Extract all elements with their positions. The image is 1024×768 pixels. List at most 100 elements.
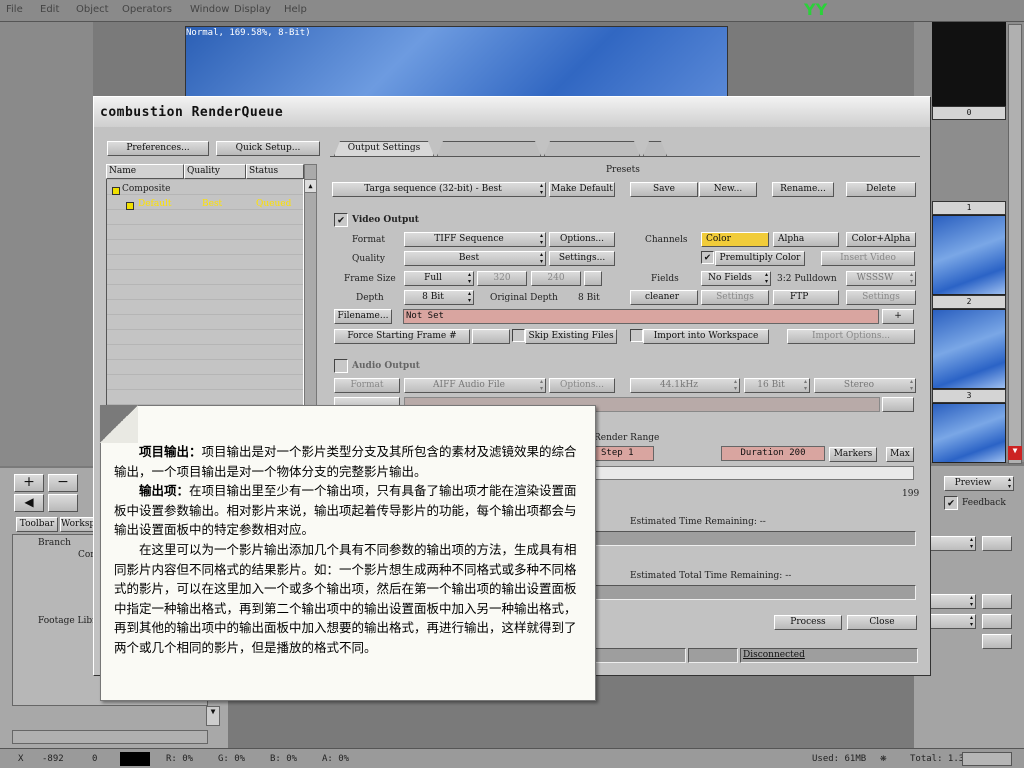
channel-alpha-button[interactable]: Alpha [773,232,839,247]
options-button[interactable]: Options... [549,232,615,247]
quality-dropdown[interactable]: Best [404,251,546,266]
premultiply-checkbox[interactable]: ✔ [701,251,714,264]
right-dropdown-2[interactable] [930,594,976,609]
right-dropdown-3[interactable] [930,614,976,629]
remove-button[interactable]: − [48,474,78,492]
thumbnail-3[interactable] [932,403,1006,463]
tab-toolbar[interactable]: Toolbar [16,517,58,532]
new-button[interactable]: New... [699,182,757,197]
col-name[interactable]: Name [106,164,184,179]
audio-add-button[interactable] [882,397,914,412]
menu-display[interactable]: Display [234,4,271,15]
col-status[interactable]: Status [246,164,304,179]
width-field[interactable]: 320 [477,271,527,286]
queue-scrollbar[interactable] [304,164,317,414]
import-workspace-checkbox[interactable] [630,329,643,342]
audio-rate-dropdown[interactable]: 44.1kHz [630,378,740,393]
fields-dropdown[interactable]: No Fields [701,271,771,286]
markers-button[interactable]: Markers [829,447,877,462]
premultiply-button[interactable]: Premultiply Color [715,251,805,266]
delete-button[interactable]: Delete [846,182,916,197]
process-button[interactable]: Process [774,615,842,630]
col-quality[interactable]: Quality [184,164,246,179]
tab-divider [330,156,920,157]
make-default-button[interactable]: Make Default [549,182,615,197]
save-button[interactable]: Save [630,182,698,197]
right-button-3[interactable] [982,614,1012,629]
tab-3[interactable] [544,141,640,156]
thumbnail-2[interactable] [932,309,1006,389]
menu-object[interactable]: Object [76,4,109,15]
filename-button[interactable]: Filename... [334,309,392,324]
rename-button[interactable]: Rename... [772,182,834,197]
video-output-checkbox[interactable]: ✔ [334,213,348,227]
status-bar: X -892 0 R: 0% G: 0% B: 0% A: 0% Used: 6… [0,748,1024,768]
add-filename-button[interactable]: + [882,309,914,324]
tab-workspace[interactable]: Workspace [60,517,94,532]
menu-file[interactable]: File [6,4,23,15]
tree-hscroll[interactable] [12,730,208,744]
presets-dropdown[interactable]: Targa sequence (32-bit) - Best [332,182,546,197]
force-start-frame-button[interactable]: Force Starting Frame # [334,329,470,344]
max-button[interactable]: Max [886,447,914,462]
skip-existing-checkbox[interactable] [512,329,525,342]
menu-help[interactable]: Help [284,4,307,15]
depth-dropdown[interactable]: 8 Bit [404,290,474,305]
queue-item-default-name[interactable]: Default [138,199,172,209]
quick-setup-button[interactable]: Quick Setup... [216,141,320,156]
menu-window[interactable]: Window [190,4,229,15]
format-dropdown[interactable]: TIFF Sequence [404,232,546,247]
thumbnail-1[interactable] [932,215,1006,295]
channel-color-alpha-button[interactable]: Color+Alpha [846,232,916,247]
range-slider[interactable] [594,466,914,480]
cleaner-button[interactable]: cleaner [630,290,698,305]
import-workspace-button[interactable]: Import into Workspace [643,329,769,344]
duration-field[interactable]: Duration 200 [721,446,825,461]
cleaner-settings-button[interactable]: Settings [701,290,769,305]
import-options-button[interactable]: Import Options... [787,329,915,344]
status-r: R: 0% [166,754,194,764]
preview-dropdown[interactable]: Preview [944,476,1014,491]
scroll-down-icon[interactable]: ▼ [1008,446,1022,460]
preferences-button[interactable]: Preferences... [107,141,209,156]
tab-2[interactable] [437,141,541,156]
tab-output-settings[interactable]: Output Settings [334,141,434,156]
settings-button[interactable]: Settings... [549,251,615,266]
skip-existing-button[interactable]: Skip Existing Files [525,329,617,344]
tab-4[interactable] [643,141,667,156]
height-field[interactable]: 240 [531,271,581,286]
queue-item-composite[interactable]: Composite [122,184,170,194]
menu-edit[interactable]: Edit [40,4,59,15]
tree-scroll-icon[interactable]: ▼ [206,706,220,726]
frame-size-dropdown[interactable]: Full [404,271,474,286]
audio-channels-dropdown[interactable]: Stereo [814,378,916,393]
tree-branch[interactable]: Branch [38,538,71,548]
thumbnail-scrollbar[interactable] [1008,24,1022,464]
audio-output-checkbox[interactable] [334,359,348,373]
feedback-checkbox[interactable]: ✔ [944,496,958,510]
pulldown-dropdown[interactable]: WSSSW [846,271,916,286]
start-frame-field[interactable] [472,329,510,344]
ftp-settings-button[interactable]: Settings [846,290,916,305]
right-button-1[interactable] [982,536,1012,551]
scroll-up-icon[interactable]: ▲ [304,179,317,193]
audio-options-button[interactable]: Options... [549,378,615,393]
composite-viewport[interactable] [185,26,728,106]
back-arrow-icon[interactable]: ◀ [14,494,44,512]
audio-output-label: Audio Output [352,361,420,371]
ftp-button[interactable]: FTP [773,290,839,305]
add-button[interactable]: + [14,474,44,492]
channel-color-button[interactable]: Color [701,232,769,247]
right-button-2[interactable] [982,594,1012,609]
step-field[interactable]: Step 1 [594,446,654,461]
right-dropdown-1[interactable] [930,536,976,551]
menu-operators[interactable]: Operators [122,4,172,15]
audio-format-dropdown[interactable]: AIFF Audio File [404,378,546,393]
filename-field[interactable]: Not Set [403,309,879,324]
forward-button[interactable] [48,494,78,512]
audio-bits-dropdown[interactable]: 16 Bit [744,378,810,393]
right-button-4[interactable] [982,634,1012,649]
close-button[interactable]: Close [847,615,917,630]
lock-aspect-button[interactable] [584,271,602,286]
insert-video-button[interactable]: Insert Video [821,251,915,266]
